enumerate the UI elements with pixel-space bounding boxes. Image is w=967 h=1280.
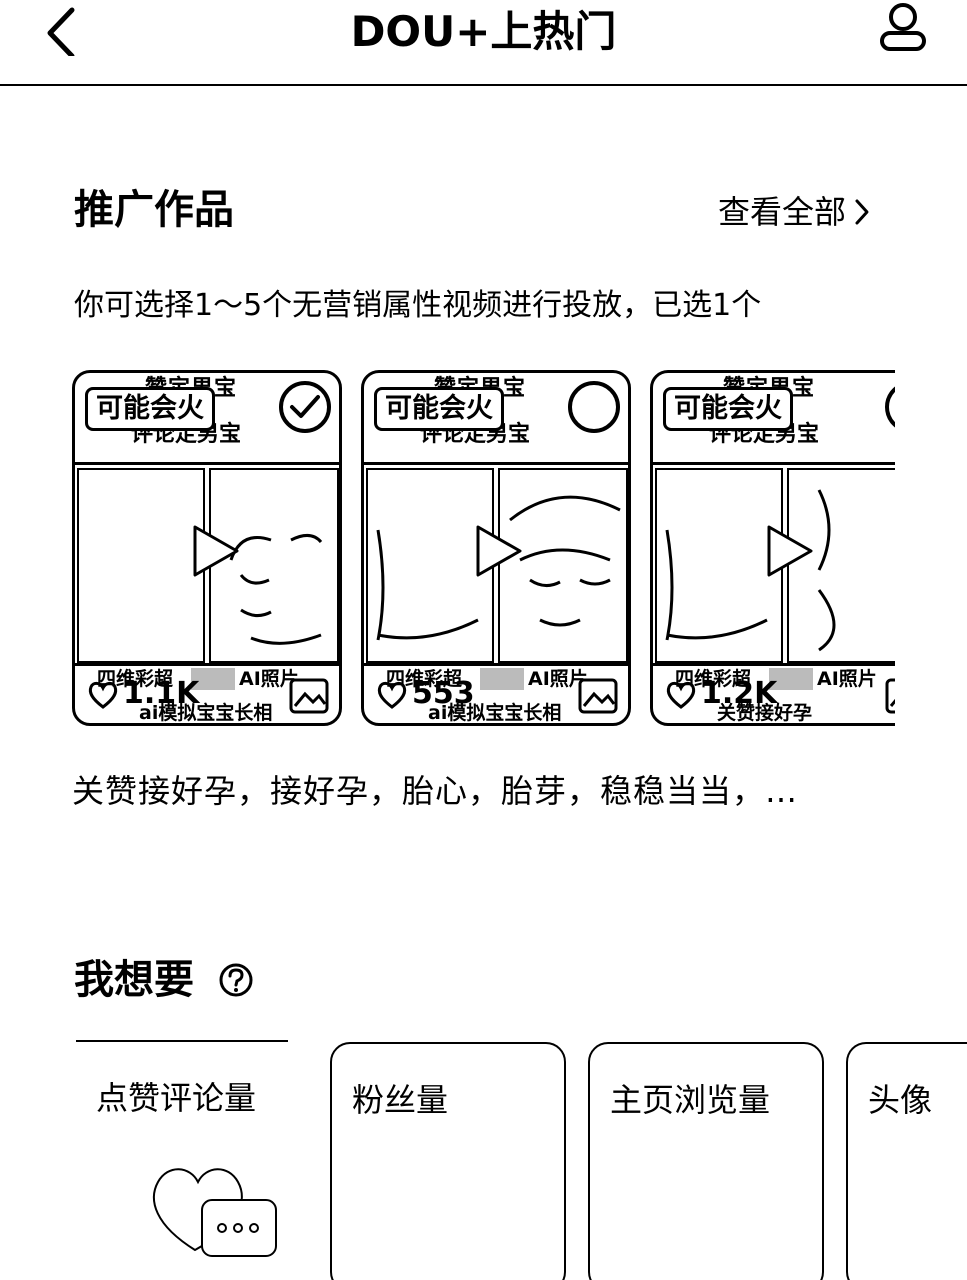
- section-title-goal: 我想要: [74, 957, 194, 1003]
- play-icon: [767, 525, 813, 577]
- help-icon[interactable]: [218, 962, 254, 998]
- hot-badge: 可能会火: [85, 387, 215, 431]
- heart-icon: [377, 681, 407, 709]
- goal-option-label: 点赞评论量: [96, 1079, 257, 1117]
- video-card[interactable]: 赞定男宝 评论定男宝 可能会火: [361, 370, 631, 726]
- goal-option-avatar[interactable]: 头像: [846, 1042, 967, 1280]
- play-icon: [193, 525, 239, 577]
- hot-badge: 可能会火: [663, 387, 793, 431]
- card-cover-bottom: 四维彩超 AI照片 553 ai模拟宝宝长相: [364, 663, 628, 724]
- video-caption: 关赞接好孕，接好孕，胎心，胎芽，稳稳当当，…: [72, 772, 799, 810]
- card-cover-top: 赞定男宝 评论定男宝 可能会火: [364, 373, 628, 465]
- play-icon: [476, 525, 522, 577]
- user-icon: [880, 3, 926, 51]
- view-all-label: 查看全部: [718, 193, 847, 231]
- section-title-promo: 推广作品: [74, 187, 234, 233]
- redaction-mask: [480, 668, 524, 690]
- video-card[interactable]: 赞定男宝 评论定男宝 可能会火: [72, 370, 342, 726]
- goal-option-profile-views[interactable]: 主页浏览量: [588, 1042, 824, 1280]
- image-icon: [885, 678, 895, 714]
- select-checkbox[interactable]: [885, 381, 895, 433]
- goal-option-label: 粉丝量: [352, 1081, 449, 1119]
- image-icon: [578, 678, 618, 714]
- ultrasound-sketch: [665, 529, 768, 641]
- checkmark-icon: [290, 395, 320, 418]
- goal-option-likes-comments[interactable]: 点赞评论量: [76, 1040, 288, 1280]
- ultrasound-panel: [655, 468, 783, 663]
- goal-option-label: 头像: [868, 1081, 933, 1119]
- card-cover-top: 赞定男宝 评论定男宝 可能会火: [653, 373, 895, 465]
- heart-icon: [88, 681, 118, 709]
- select-checkbox[interactable]: [279, 381, 331, 433]
- chevron-right-icon: [855, 199, 869, 225]
- view-all-link[interactable]: 查看全部: [718, 188, 870, 236]
- cover-text: 关赞接好孕: [717, 702, 813, 724]
- heart-message-icon: [153, 1168, 277, 1257]
- ultrasound-panel: [77, 468, 205, 663]
- cover-text: ai模拟宝宝长相: [139, 702, 273, 724]
- cover-text: ai模拟宝宝长相: [428, 702, 562, 724]
- card-cover-bottom: 四维彩超 AI照片 1.1K ai模拟宝宝长相: [75, 663, 339, 724]
- video-card[interactable]: 赞定男宝 评论定男宝 可能会火 四维彩超: [650, 370, 895, 726]
- top-nav-bar: DOU+上热门: [0, 0, 967, 86]
- card-cover-top: 赞定男宝 评论定男宝 可能会火: [75, 373, 339, 465]
- heart-icon: [666, 681, 696, 709]
- profile-button[interactable]: [876, 2, 930, 54]
- image-icon: [289, 678, 329, 714]
- video-card-carousel[interactable]: 赞定男宝 评论定男宝 可能会火: [72, 370, 895, 728]
- card-cover-bottom: 四维彩超 AI照片 1.2K 关赞接好孕: [653, 663, 895, 724]
- hot-badge: 可能会火: [374, 387, 504, 431]
- select-checkbox[interactable]: [568, 381, 620, 433]
- selection-hint: 你可选择1～5个无营销属性视频进行投放，已选1个: [74, 288, 762, 323]
- page-title: DOU+上热门: [350, 7, 617, 56]
- goal-option-label: 主页浏览量: [610, 1081, 771, 1119]
- goal-option-followers[interactable]: 粉丝量: [330, 1042, 566, 1280]
- cover-text: AI照片: [817, 668, 877, 690]
